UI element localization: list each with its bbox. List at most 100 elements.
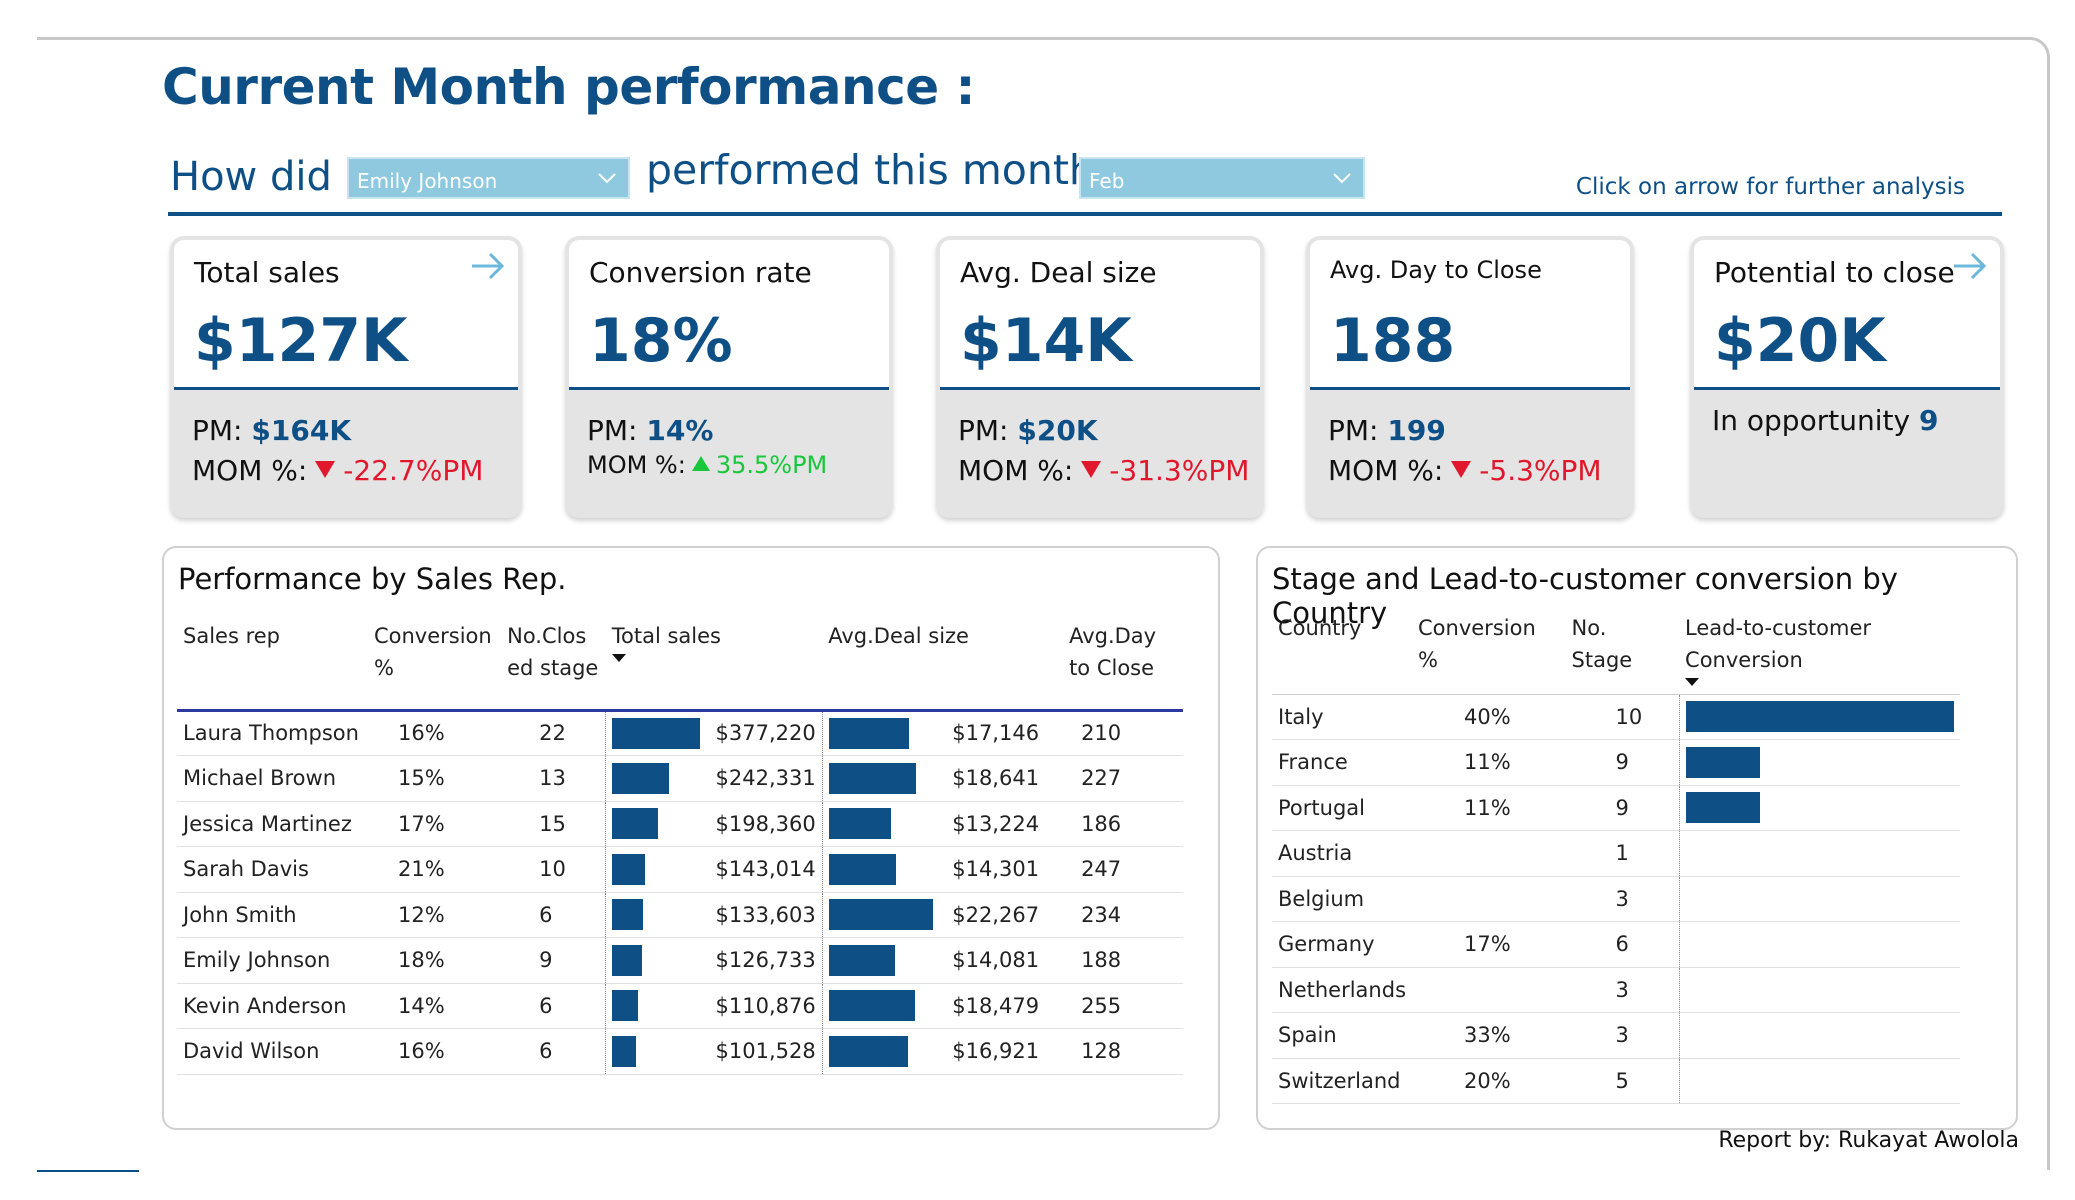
cell-avg-day: 188 bbox=[1063, 937, 1183, 984]
col-header-conversion[interactable]: Conversion % bbox=[1412, 612, 1566, 694]
table-row[interactable]: Jessica Martinez 17% 15 $198,360 $13,224 186 bbox=[177, 801, 1183, 847]
avg-deal-value: $14,301 bbox=[952, 857, 1040, 882]
cell-conversion: 17% bbox=[367, 801, 502, 847]
cell-country: Portugal bbox=[1272, 785, 1413, 831]
panel-title: Performance by Sales Rep. bbox=[178, 562, 567, 596]
pm-value: $164K bbox=[251, 414, 352, 447]
table-row[interactable]: Belgium 3 bbox=[1272, 876, 1960, 922]
cell-stage: 9 bbox=[1565, 785, 1680, 831]
table-row[interactable]: Kevin Anderson 14% 6 $110,876 $18,479 255 bbox=[177, 983, 1183, 1029]
cell-conversion: 11% bbox=[1412, 739, 1566, 786]
cell-stage: 1 bbox=[1565, 830, 1680, 877]
cell-total-sales: $143,014 bbox=[605, 846, 823, 893]
table-row[interactable]: France 11% 9 bbox=[1272, 739, 1960, 786]
cell-total-sales: $101,528 bbox=[605, 1028, 823, 1075]
total-sales-value: $126,733 bbox=[715, 948, 816, 973]
table-row[interactable]: Emily Johnson 18% 9 $126,733 $14,081 188 bbox=[177, 937, 1183, 984]
cell-sales-rep: Jessica Martinez bbox=[177, 801, 368, 847]
cell-total-sales: $377,220 bbox=[605, 710, 823, 756]
cell-avg-day: 255 bbox=[1063, 983, 1183, 1029]
cell-sales-rep: Sarah Davis bbox=[177, 846, 368, 893]
cell-closed-stage: 15 bbox=[501, 801, 606, 847]
sales-rep-dropdown-value: Emily Johnson bbox=[357, 169, 498, 193]
cell-total-sales: $126,733 bbox=[605, 937, 823, 984]
cell-avg-day: 186 bbox=[1063, 801, 1183, 847]
col-header-sales-rep[interactable]: Sales rep bbox=[177, 620, 368, 712]
col-header-lead-to-customer[interactable]: Lead-to-customer Conversion bbox=[1679, 612, 1960, 694]
total-sales-bar bbox=[612, 717, 701, 749]
cell-total-sales: $133,603 bbox=[605, 892, 823, 938]
total-sales-value: $198,360 bbox=[715, 811, 816, 836]
cell-conversion: 33% bbox=[1412, 1012, 1566, 1059]
kpi-value: $20K bbox=[1714, 306, 1886, 376]
col-header-conversion[interactable]: Conversion % bbox=[367, 620, 502, 712]
cell-stage: 6 bbox=[1565, 921, 1680, 968]
cell-avg-deal: $18,641 bbox=[821, 755, 1064, 802]
kpi-value: $127K bbox=[194, 306, 408, 376]
table-row[interactable]: Portugal 11% 9 bbox=[1272, 785, 1960, 831]
cell-avg-day: 247 bbox=[1063, 846, 1183, 893]
cell-country: Switzerland bbox=[1272, 1058, 1413, 1104]
cell-avg-deal: $22,267 bbox=[821, 892, 1064, 938]
cell-conversion bbox=[1412, 967, 1566, 1013]
kpi-label: Potential to close bbox=[1714, 256, 1955, 289]
table-row[interactable]: Switzerland 20% 5 bbox=[1272, 1058, 1960, 1104]
col-header-avg-day[interactable]: Avg.Day to Close bbox=[1063, 620, 1183, 712]
arrow-right-icon[interactable] bbox=[468, 246, 508, 286]
arrow-right-icon[interactable] bbox=[1950, 246, 1990, 286]
cell-stage: 5 bbox=[1565, 1058, 1680, 1104]
sales-rep-dropdown[interactable]: Emily Johnson bbox=[347, 157, 630, 199]
cell-country: Spain bbox=[1272, 1012, 1413, 1059]
cell-conversion: 21% bbox=[367, 846, 502, 893]
table-row[interactable]: John Smith 12% 6 $133,603 $22,267 234 bbox=[177, 892, 1183, 938]
cell-closed-stage: 6 bbox=[501, 1028, 606, 1075]
mom-label: MOM %: bbox=[587, 451, 686, 479]
col-header-stage[interactable]: No. Stage bbox=[1566, 612, 1680, 694]
month-dropdown[interactable]: Feb bbox=[1079, 157, 1365, 199]
total-sales-value: $110,876 bbox=[715, 993, 816, 1018]
lead-to-customer-header-label: Lead-to-customer Conversion bbox=[1685, 616, 1872, 672]
table-row[interactable]: Netherlands 3 bbox=[1272, 967, 1960, 1013]
cell-lead-to-customer bbox=[1678, 921, 1960, 968]
table-row[interactable]: Germany 17% 6 bbox=[1272, 921, 1960, 968]
col-header-total-sales[interactable]: Total sales bbox=[605, 620, 823, 712]
table-row[interactable]: David Wilson 16% 6 $101,528 $16,921 128 bbox=[177, 1028, 1183, 1075]
down-triangle-icon bbox=[1451, 461, 1472, 478]
pm-label: PM: bbox=[587, 414, 638, 447]
cell-stage: 3 bbox=[1565, 967, 1680, 1013]
cell-stage: 3 bbox=[1565, 1012, 1680, 1059]
cell-closed-stage: 9 bbox=[501, 937, 606, 984]
mom-value: -31.3%PM bbox=[1109, 454, 1250, 487]
cell-conversion: 40% bbox=[1412, 694, 1566, 740]
total-sales-bar bbox=[612, 808, 659, 840]
lead-to-customer-bar bbox=[1685, 746, 1760, 778]
cell-country: Belgium bbox=[1272, 876, 1413, 922]
table-row[interactable]: Italy 40% 10 bbox=[1272, 694, 1960, 740]
table-row[interactable]: Laura Thompson 16% 22 $377,220 $17,146 210 bbox=[177, 710, 1183, 756]
cell-conversion: 16% bbox=[367, 710, 502, 756]
cell-conversion: 15% bbox=[367, 755, 502, 802]
cell-conversion: 11% bbox=[1412, 785, 1566, 831]
cell-closed-stage: 13 bbox=[501, 755, 606, 802]
kpi-pm: PM: 14% bbox=[587, 414, 713, 447]
cell-avg-day: 128 bbox=[1063, 1028, 1183, 1075]
chevron-down-icon bbox=[598, 173, 616, 184]
table-row[interactable]: Spain 33% 3 bbox=[1272, 1012, 1960, 1059]
kpi-card-avg-day-to-close: Avg. Day to Close 188 PM: 199 MOM %: -5.3… bbox=[1306, 236, 1634, 518]
cell-country: Germany bbox=[1272, 921, 1413, 968]
cell-total-sales: $110,876 bbox=[605, 983, 823, 1029]
cell-country: France bbox=[1272, 739, 1413, 786]
cell-lead-to-customer bbox=[1678, 967, 1960, 1013]
kpi-card-conversion-rate: Conversion rate 18% PM: 14% MOM %: 35.5%P… bbox=[565, 236, 893, 518]
col-header-closed-stage[interactable]: No.Clos ed stage bbox=[501, 620, 606, 712]
total-sales-bar bbox=[612, 853, 646, 885]
col-header-country[interactable]: Country bbox=[1272, 612, 1412, 694]
cell-lead-to-customer bbox=[1678, 876, 1960, 922]
table-row[interactable]: Michael Brown 15% 13 $242,331 $18,641 227 bbox=[177, 755, 1183, 802]
table-row[interactable]: Sarah Davis 21% 10 $143,014 $14,301 247 bbox=[177, 846, 1183, 893]
table-row[interactable]: Austria 1 bbox=[1272, 830, 1960, 877]
total-sales-value: $377,220 bbox=[715, 721, 816, 746]
col-header-avg-deal[interactable]: Avg.Deal size bbox=[822, 620, 1064, 712]
cell-conversion bbox=[1412, 876, 1566, 922]
kpi-card-potential-to-close: Potential to close $20K In opportunity 9 bbox=[1690, 236, 2004, 518]
